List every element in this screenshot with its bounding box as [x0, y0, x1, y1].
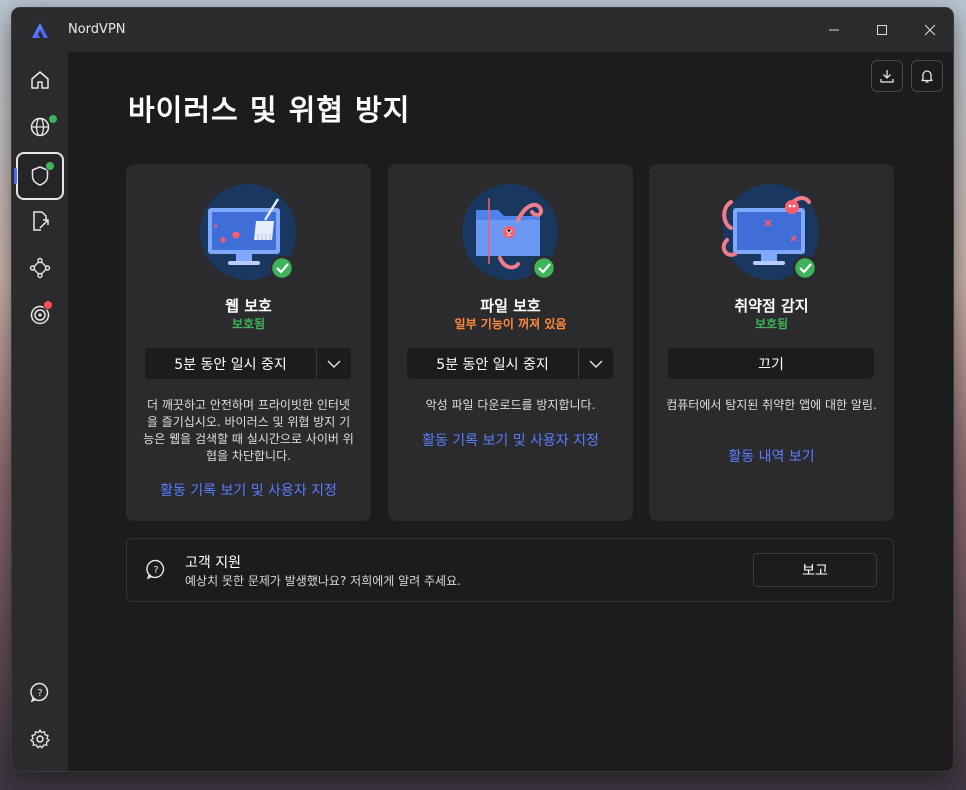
sidebar-item-dark-web-monitor[interactable]: [16, 293, 64, 337]
sidebar-item-file-share[interactable]: [16, 199, 64, 243]
connected-status-dot: [48, 114, 58, 124]
card-title: 파일 보호: [480, 297, 541, 315]
notifications-button[interactable]: [911, 60, 943, 92]
card-description: 악성 파일 다운로드를 방지합니다.: [425, 398, 596, 412]
main-content: 바이러스 및 위협 방지 웹 보호 보호됨 5분 동안 일시 중지 더 깨끗하고…: [68, 52, 953, 771]
file-protection-card: 파일 보호 일부 기능이 꺼져 있음 5분 동안 일시 중지 악성 파일 다운로…: [388, 164, 633, 521]
web-protection-card: 웹 보호 보호됨 5분 동안 일시 중지 더 깨끗하고 안전하며 프라이빗한 인…: [126, 164, 371, 521]
customer-support-panel: ? 고객 지원 예상치 못한 문제가 발생했나요? 저희에게 알려 주세요. 보…: [126, 538, 894, 602]
card-title: 취약점 감지: [734, 297, 809, 315]
protected-status-dot: [45, 161, 55, 171]
pause-split-button: 5분 동안 일시 중지: [145, 348, 351, 379]
meshnet-icon: [29, 257, 51, 279]
chevron-down-icon: [589, 360, 603, 368]
maximize-button[interactable]: [859, 14, 905, 46]
chevron-down-icon: [327, 360, 341, 368]
sidebar-item-help[interactable]: ?: [16, 670, 64, 714]
sidebar-item-home[interactable]: [16, 58, 64, 102]
view-activity-link[interactable]: 활동 기록 보기 및 사용자 지정: [388, 430, 633, 450]
sidebar-item-vpn[interactable]: [16, 105, 64, 149]
pause-button[interactable]: 5분 동안 일시 중지: [407, 348, 579, 379]
title-bar: NordVPN: [12, 8, 953, 52]
card-status: 일부 기능이 꺼져 있음: [454, 317, 567, 331]
download-icon: [880, 70, 894, 83]
svg-text:?: ?: [153, 565, 158, 576]
turn-off-button-wrap: 끄기: [668, 348, 874, 379]
share-file-icon: [33, 211, 49, 231]
minimize-icon: [829, 29, 839, 31]
file-protection-illustration: [462, 184, 558, 281]
download-button[interactable]: [871, 60, 903, 92]
nordvpn-logo: [32, 23, 48, 38]
vulnerability-detection-illustration: [721, 184, 819, 281]
close-button[interactable]: [907, 14, 953, 46]
view-activity-link[interactable]: 활동 기록 보기 및 사용자 지정: [126, 480, 371, 500]
pause-split-button: 5분 동안 일시 중지: [407, 348, 613, 379]
web-protection-illustration: [200, 184, 296, 281]
card-status: 보호됨: [231, 317, 266, 331]
minimize-button[interactable]: [811, 14, 857, 46]
sidebar-item-threat-protection[interactable]: [14, 152, 64, 200]
card-status: 보호됨: [754, 317, 789, 331]
help-icon: ?: [30, 682, 49, 703]
view-history-link[interactable]: 활동 내역 보기: [649, 446, 894, 466]
vulnerability-detection-card: 취약점 감지 보호됨 끄기 컴퓨터에서 탐지된 취약한 앱에 대한 알림. 활동…: [649, 164, 894, 521]
sidebar: ?: [12, 52, 68, 771]
pause-options-button[interactable]: [579, 348, 613, 379]
settings-icon: [30, 729, 50, 749]
card-description: 컴퓨터에서 탐지된 취약한 앱에 대한 알림.: [666, 398, 877, 412]
pause-button[interactable]: 5분 동안 일시 중지: [145, 348, 317, 379]
help-chat-icon: ?: [146, 559, 165, 580]
card-description: 더 깨끗하고 안전하며 프라이빗한 인터넷을 즐기십시오. 바이러스 및 위협 …: [143, 398, 354, 463]
alert-status-dot: [43, 300, 53, 310]
bell-icon: [921, 70, 933, 83]
report-button[interactable]: 보고: [753, 553, 877, 587]
page-title: 바이러스 및 위협 방지: [128, 93, 411, 127]
app-window: NordVPN ? 바이러스 및 위협 방지 웹 보호 보호됨 5분 동안 일시…: [12, 8, 953, 771]
support-title: 고객 지원: [185, 555, 241, 571]
close-icon: [924, 24, 936, 36]
pause-options-button[interactable]: [317, 348, 351, 379]
svg-text:?: ?: [37, 688, 42, 699]
card-title: 웹 보호: [225, 297, 272, 315]
turn-off-button[interactable]: 끄기: [668, 348, 874, 379]
support-text: 예상치 못한 문제가 발생했나요? 저희에게 알려 주세요.: [185, 574, 461, 588]
window-title: NordVPN: [68, 22, 126, 37]
home-icon: [31, 71, 49, 89]
maximize-icon: [877, 25, 887, 35]
sidebar-item-settings[interactable]: [16, 717, 64, 761]
sidebar-item-meshnet[interactable]: [16, 246, 64, 290]
